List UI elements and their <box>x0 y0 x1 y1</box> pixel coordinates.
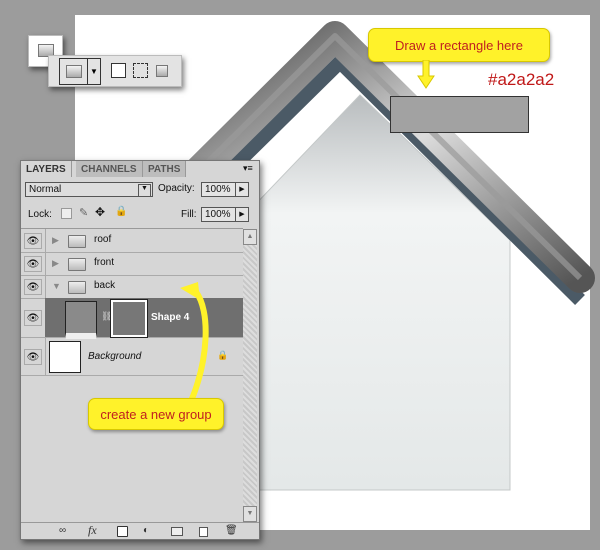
layer-name: back <box>94 280 116 291</box>
fill-label: Fill: <box>181 209 197 220</box>
fill-pixels-mode-icon[interactable] <box>156 65 168 77</box>
folder-icon[interactable] <box>171 527 183 536</box>
opacity-label: Opacity: <box>158 183 195 194</box>
fill-value: 100% <box>205 209 231 220</box>
tab-paths[interactable]: PATHS <box>143 161 187 177</box>
folder-icon <box>68 258 86 271</box>
adjustment-icon[interactable]: ◐ <box>143 525 149 536</box>
paths-mode-icon[interactable] <box>133 63 148 78</box>
opacity-value: 100% <box>205 184 231 195</box>
blend-mode-value: Normal <box>29 184 62 195</box>
color-code-label: #a2a2a2 <box>488 70 555 89</box>
expand-triangle-icon[interactable]: ▶ <box>52 258 59 269</box>
scroll-up-icon[interactable]: ▲ <box>243 229 257 245</box>
collapse-triangle-icon[interactable]: ▼ <box>52 281 61 291</box>
layer-thumbnail <box>49 341 81 373</box>
callout-create-group: create a new group <box>88 398 224 430</box>
new-layer-icon[interactable] <box>199 527 208 537</box>
lock-move-icon[interactable]: ✥ <box>95 205 105 219</box>
eye-icon[interactable]: 👁 <box>24 233 42 249</box>
shape-preset-picker[interactable]: ▼ <box>59 58 101 85</box>
chevron-down-icon[interactable]: ▼ <box>87 59 100 84</box>
eye-icon[interactable]: 👁 <box>24 349 42 365</box>
blend-mode-select[interactable]: Normal ▼ <box>25 182 153 197</box>
layer-name: roof <box>94 234 112 245</box>
tool-options-bar: ▼ <box>48 55 182 87</box>
fill-input[interactable]: 100% ▶ <box>201 207 249 222</box>
trash-icon[interactable]: 🗑 <box>225 525 238 536</box>
lock-brush-icon[interactable]: ✎ <box>79 206 88 219</box>
curved-arrow-icon <box>180 282 209 410</box>
shape-layers-mode-icon[interactable] <box>111 63 126 78</box>
lock-transparent-icon[interactable] <box>61 208 72 219</box>
opacity-input[interactable]: 100% ▶ <box>201 182 249 197</box>
layer-thumbnail <box>65 301 97 339</box>
eye-icon[interactable]: 👁 <box>24 256 42 272</box>
scroll-down-icon[interactable]: ▼ <box>243 506 257 522</box>
lock-all-icon[interactable]: 🔒 <box>115 206 127 217</box>
link-icon[interactable]: ∞ <box>59 525 66 536</box>
arrow-right-icon[interactable]: ▶ <box>235 208 248 221</box>
folder-icon <box>68 235 86 248</box>
drawn-rectangle <box>390 96 529 133</box>
layer-name: front <box>94 257 115 268</box>
layers-scrollbar[interactable]: ▲ ▼ <box>243 229 257 522</box>
tab-layers[interactable]: LAYERS <box>21 161 72 177</box>
layers-footer: ∞ fx ◐ 🗑 <box>21 522 259 540</box>
fx-icon[interactable]: fx <box>88 523 97 538</box>
layer-row-roof[interactable]: 👁 ▶ roof <box>21 229 243 253</box>
panel-menu-icon[interactable]: ▾≡ <box>243 163 253 174</box>
tab-channels[interactable]: CHANNELS <box>76 161 143 177</box>
callout-draw-rectangle: Draw a rectangle here <box>368 28 550 62</box>
chevron-down-icon: ▼ <box>138 184 151 197</box>
layer-row-front[interactable]: 👁 ▶ front <box>21 252 243 276</box>
lock-label: Lock: <box>28 209 52 220</box>
arrow-down-icon <box>417 60 435 89</box>
arrow-right-icon[interactable]: ▶ <box>235 183 248 196</box>
eye-icon[interactable]: 👁 <box>24 310 42 326</box>
layers-panel: LAYERS CHANNELS PATHS ▾≡ Normal ▼ Opacity… <box>20 160 260 540</box>
expand-triangle-icon[interactable]: ▶ <box>52 235 59 246</box>
mask-icon[interactable] <box>117 526 128 537</box>
eye-icon[interactable]: 👁 <box>24 279 42 295</box>
folder-icon <box>68 281 86 294</box>
vector-mask-thumbnail[interactable] <box>110 299 148 338</box>
layer-name: Background <box>88 351 142 362</box>
